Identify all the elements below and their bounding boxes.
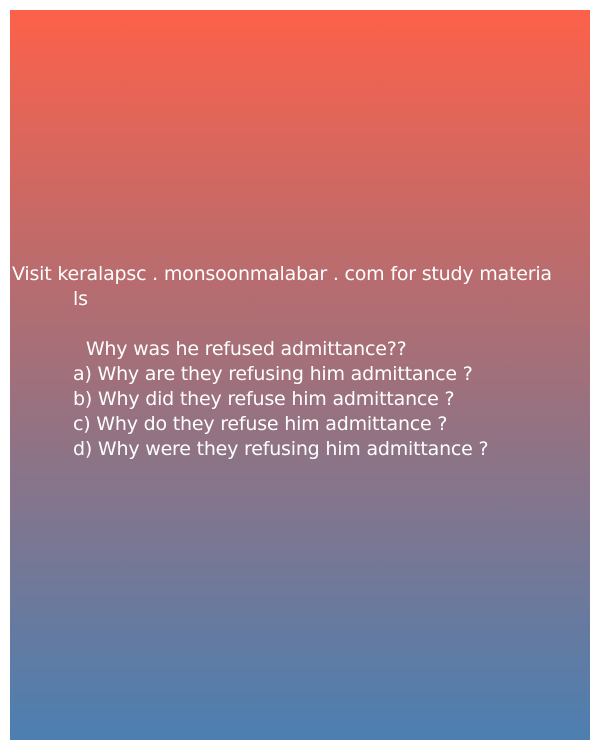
option-b: b) Why did they refuse him admittance ? (73, 388, 455, 410)
option-d: d) Why were they refusing him admittance… (73, 438, 489, 460)
question-text: Why was he refused admittance?? (80, 338, 407, 360)
card-content: Visit keralapsc . monsoonmalabar . com f… (10, 262, 590, 462)
option-c: c) Why do they refuse him admittance ? (73, 413, 448, 435)
header-line-1: Visit keralapsc . monsoonmalabar . com f… (12, 263, 552, 285)
option-a: a) Why are they refusing him admittance … (73, 363, 473, 385)
header-line-2: ls (73, 288, 88, 310)
question-card: Visit keralapsc . monsoonmalabar . com f… (10, 10, 590, 740)
